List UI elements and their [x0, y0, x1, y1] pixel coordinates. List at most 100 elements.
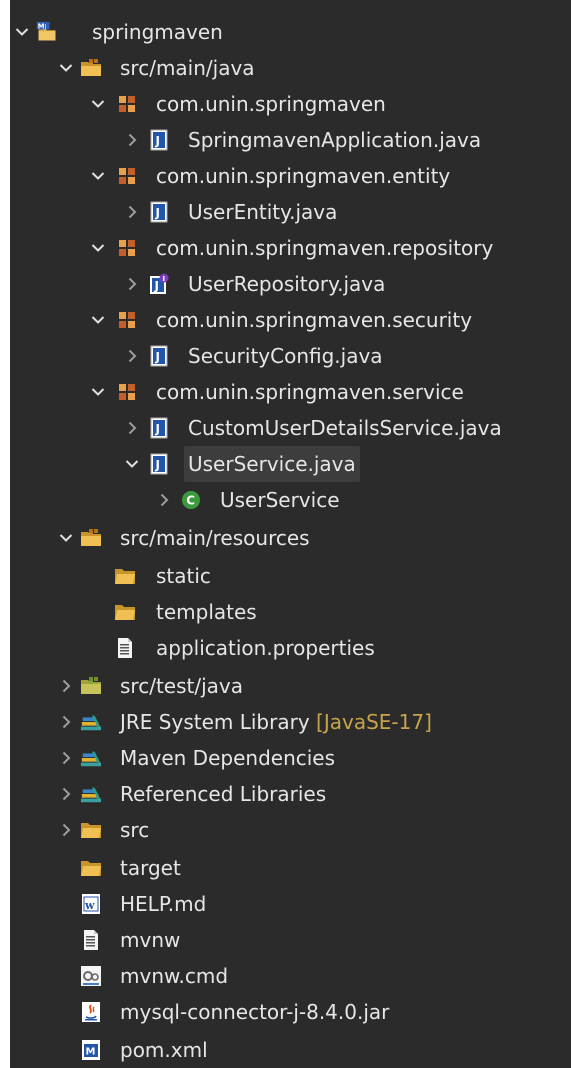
- tree-item-label: src/main/resources: [120, 520, 310, 556]
- tree-item-label: mysql-connector-j-8.4.0.jar: [120, 994, 389, 1030]
- chevron-down-icon[interactable]: [90, 158, 106, 194]
- tree-item-src[interactable]: src: [10, 812, 571, 848]
- tree-item-label: src: [120, 812, 149, 848]
- tree-item-mvnw-cmd[interactable]: mvnw.cmd: [10, 958, 571, 994]
- tree-item-pom-xml[interactable]: Mpom.xml: [10, 1032, 571, 1068]
- package-icon: [116, 381, 138, 403]
- tree-item-label: static: [156, 558, 211, 594]
- java-file-icon: J: [148, 453, 170, 475]
- tree-item-com-unin-springmaven-entity[interactable]: com.unin.springmaven.entity: [10, 158, 571, 194]
- tree-item-label: Maven Dependencies: [120, 740, 335, 776]
- tree-item-label: com.unin.springmaven.service: [156, 374, 464, 410]
- tree-item-userservice[interactable]: C UserService: [10, 482, 571, 518]
- tree-item-com-unin-springmaven-repository[interactable]: com.unin.springmaven.repository: [10, 230, 571, 266]
- tree-item-com-unin-springmaven-security[interactable]: com.unin.springmaven.security: [10, 302, 571, 338]
- tree-item-label: application.properties: [156, 630, 375, 666]
- tree-item-src-main-resources[interactable]: src/main/resources: [10, 520, 571, 556]
- tree-item-text: UserEntity.java: [188, 200, 338, 224]
- tree-item-text: SpringmavenApplication.java: [188, 128, 482, 152]
- chevron-right-icon[interactable]: [124, 266, 140, 302]
- tree-item-label: com.unin.springmaven.entity: [156, 158, 450, 194]
- tree-item-text: UserRepository.java: [188, 272, 386, 296]
- library-icon: [80, 747, 102, 769]
- tree-item-src-test-java[interactable]: src/test/java: [10, 668, 571, 704]
- chevron-right-icon[interactable]: [124, 338, 140, 374]
- tree-item-mvnw[interactable]: mvnw: [10, 922, 571, 958]
- tree-item-text: com.unin.springmaven.entity: [156, 164, 451, 188]
- chevron-down-icon[interactable]: [58, 520, 74, 556]
- tree-item-label: HELP.md: [120, 886, 206, 922]
- tree-item-templates[interactable]: templates: [10, 594, 571, 630]
- tree-item-springmaven[interactable]: M J springmaven: [10, 14, 571, 50]
- source-folder-icon: [80, 57, 102, 79]
- chevron-down-icon[interactable]: [14, 14, 30, 50]
- folder-icon: [114, 601, 136, 623]
- tree-item-jre-system-library[interactable]: JRE System Library [JavaSE-17]: [10, 704, 571, 740]
- chevron-right-icon[interactable]: [58, 704, 74, 740]
- chevron-right-icon[interactable]: [156, 482, 172, 518]
- tree-item-label: target: [120, 850, 181, 886]
- tree-item-label: CustomUserDetailsService.java: [188, 410, 502, 446]
- tree-item-userrepository-java[interactable]: J I UserRepository.java: [10, 266, 571, 302]
- tree-item-label: Referenced Libraries: [120, 776, 326, 812]
- tree-item-application-properties[interactable]: application.properties: [10, 630, 571, 666]
- tree-item-maven-dependencies[interactable]: Maven Dependencies: [10, 740, 571, 776]
- chevron-down-icon[interactable]: [90, 374, 106, 410]
- svg-text:J: J: [154, 279, 159, 293]
- chevron-right-icon[interactable]: [58, 812, 74, 848]
- tree-item-securityconfig-java[interactable]: J SecurityConfig.java: [10, 338, 571, 374]
- folder-icon: [80, 857, 102, 879]
- markdown-file-icon: w: [80, 893, 102, 915]
- tree-item-springmavenapplication-java[interactable]: J SpringmavenApplication.java: [10, 122, 571, 158]
- tree-item-text: UserService.java: [188, 452, 356, 476]
- maven-project-icon: MJ: [36, 21, 58, 43]
- tree-item-text: com.unin.springmaven.service: [156, 380, 464, 404]
- tree-item-text: pom.xml: [120, 1038, 208, 1062]
- chevron-down-icon[interactable]: [124, 446, 140, 482]
- tree-item-userentity-java[interactable]: J UserEntity.java: [10, 194, 571, 230]
- tree-item-com-unin-springmaven[interactable]: com.unin.springmaven: [10, 86, 571, 122]
- chevron-right-icon[interactable]: [124, 122, 140, 158]
- tree-item-text: Maven Dependencies: [120, 746, 336, 770]
- folder-icon: [114, 565, 136, 587]
- tree-item-referenced-libraries[interactable]: Referenced Libraries: [10, 776, 571, 812]
- tree-item-customuserdetailsservice-java[interactable]: J CustomUserDetailsService.java: [10, 410, 571, 446]
- tree-item-label: UserRepository.java: [188, 266, 385, 302]
- chevron-right-icon[interactable]: [58, 740, 74, 776]
- svg-text:J: J: [43, 25, 46, 31]
- tree-item-text: springmaven: [92, 20, 223, 44]
- tree-item-label: src/test/java: [120, 668, 243, 704]
- chevron-right-icon[interactable]: [124, 410, 140, 446]
- tree-item-text: templates: [156, 600, 257, 624]
- project-explorer-tree: M Jspringmaven src/main/java com.unin.sprin…: [10, 0, 571, 1068]
- tree-item-text: application.properties: [156, 636, 375, 660]
- source-folder-icon: [80, 527, 102, 549]
- package-icon: [116, 309, 138, 331]
- chevron-down-icon[interactable]: [90, 302, 106, 338]
- tree-item-text: static: [156, 564, 211, 588]
- chevron-down-icon[interactable]: [90, 86, 106, 122]
- svg-text:J: J: [155, 458, 160, 472]
- folder-icon: [80, 819, 102, 841]
- svg-text:J: J: [155, 422, 160, 436]
- package-icon: [116, 237, 138, 259]
- tree-item-static[interactable]: static: [10, 558, 571, 594]
- chevron-down-icon[interactable]: [90, 230, 106, 266]
- tree-item-text: HELP.md: [120, 892, 207, 916]
- svg-text:J: J: [155, 134, 160, 148]
- tree-item-userservice-java[interactable]: J UserService.java: [10, 446, 571, 482]
- tree-item-text: src/main/resources: [120, 526, 310, 550]
- chevron-right-icon[interactable]: [58, 668, 74, 704]
- chevron-right-icon[interactable]: [124, 194, 140, 230]
- tree-item-label: src/main/java: [120, 50, 255, 86]
- svg-text:C: C: [186, 494, 195, 508]
- chevron-down-icon[interactable]: [58, 50, 74, 86]
- tree-item-help-md[interactable]: w HELP.md: [10, 886, 571, 922]
- tree-item-mysql-connector-j-8-4-0-jar[interactable]: mysql-connector-j-8.4.0.jar: [10, 994, 571, 1030]
- tree-item-target[interactable]: target: [10, 850, 571, 886]
- tree-item-com-unin-springmaven-service[interactable]: com.unin.springmaven.service: [10, 374, 571, 410]
- tree-item-text: src: [120, 818, 150, 842]
- chevron-right-icon[interactable]: [58, 776, 74, 812]
- tree-item-src-main-java[interactable]: src/main/java: [10, 50, 571, 86]
- library-icon: [80, 711, 102, 733]
